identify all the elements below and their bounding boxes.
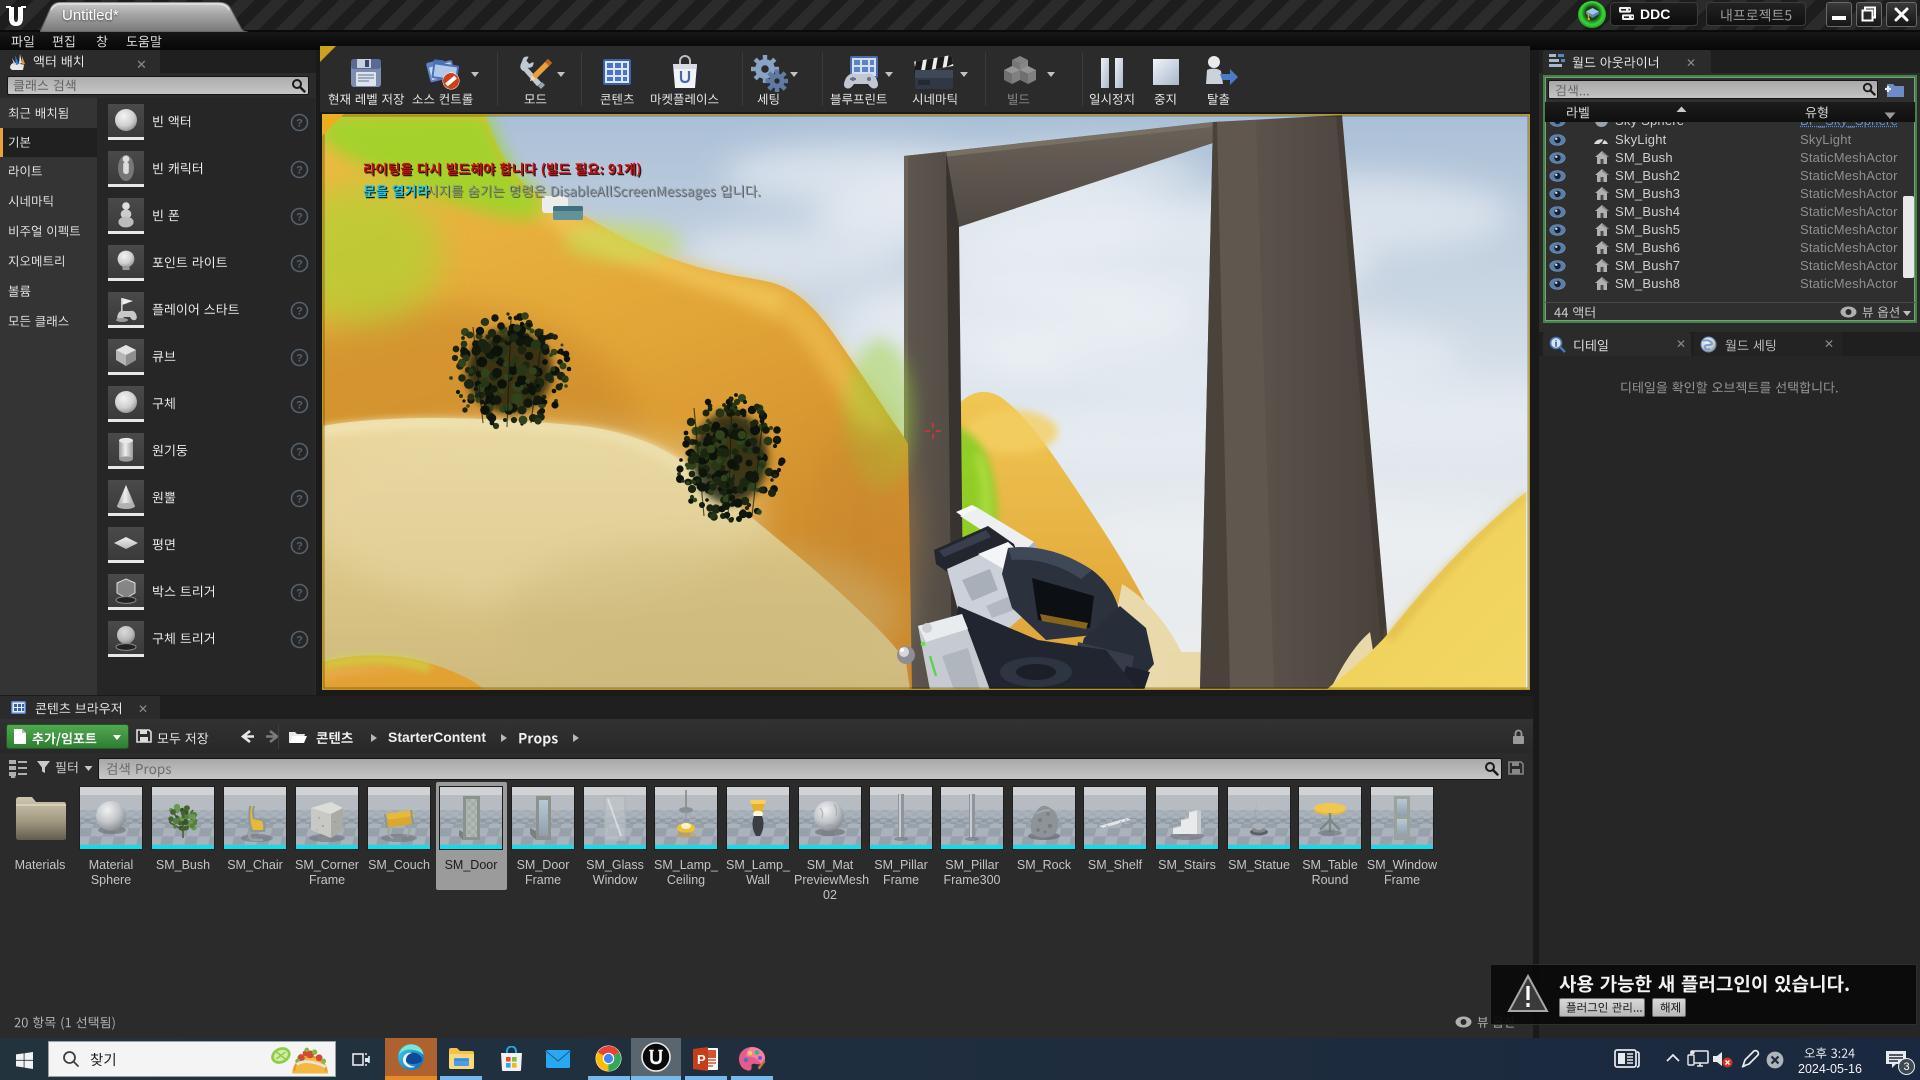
svg-text:?: ? [296, 493, 303, 505]
svg-text:?: ? [296, 258, 303, 270]
svg-text:?: ? [296, 634, 303, 646]
svg-text:?: ? [296, 211, 303, 223]
svg-text:?: ? [296, 446, 303, 458]
svg-text:?: ? [296, 540, 303, 552]
svg-text:?: ? [296, 117, 303, 129]
svg-text:P: P [697, 1052, 706, 1067]
svg-text:?: ? [296, 164, 303, 176]
svg-text:?: ? [296, 305, 303, 317]
svg-text:?: ? [296, 587, 303, 599]
svg-text:?: ? [296, 352, 303, 364]
svg-text:?: ? [296, 399, 303, 411]
